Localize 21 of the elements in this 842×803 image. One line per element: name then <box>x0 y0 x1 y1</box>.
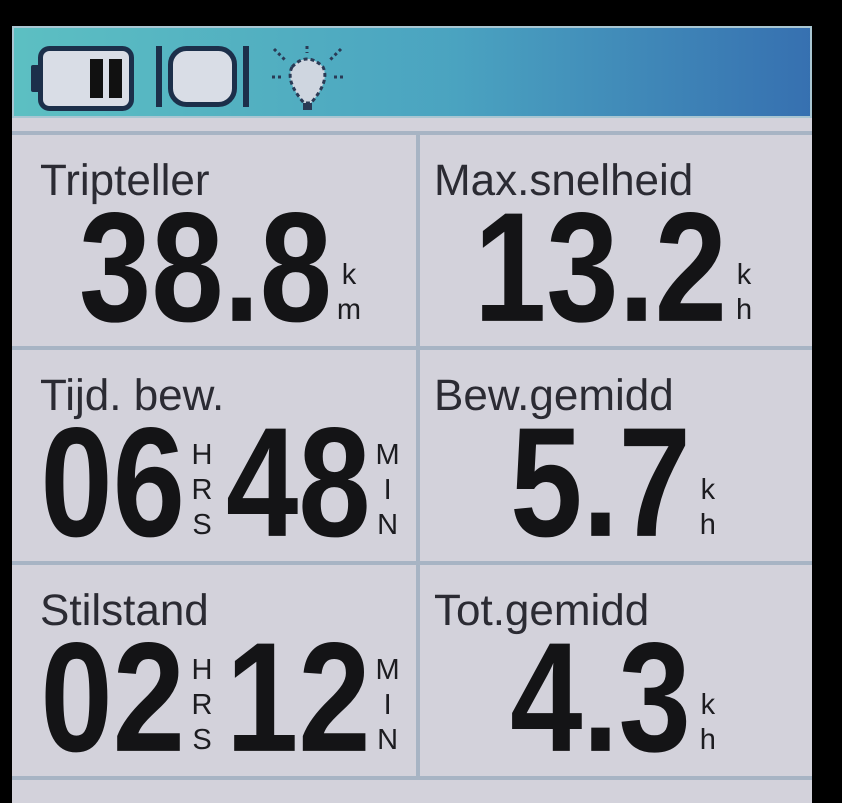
field-label: Stilstand <box>40 589 209 633</box>
unit-label: HRS <box>190 653 214 758</box>
field-value: 48 <box>226 416 371 548</box>
unit-label: kh <box>698 472 717 542</box>
field-label: Max.snelheid <box>434 159 694 203</box>
field-label: Tijd. bew. <box>40 374 224 418</box>
unit-label: kh <box>734 258 754 328</box>
rounded-frame-icon <box>155 45 250 108</box>
field-label: Tot.gemidd <box>434 589 650 633</box>
unit-label: MIN <box>374 653 401 758</box>
unit-label: MIN <box>374 438 401 542</box>
unit-label: kh <box>698 688 717 758</box>
field-value: 13.2 <box>474 200 728 334</box>
lightbulb-icon <box>270 45 345 112</box>
field-label: Tripteller <box>40 159 210 203</box>
unit-label: HRS <box>190 438 214 542</box>
unit-label: km <box>336 258 362 328</box>
field-label: Bew.gemidd <box>434 374 674 418</box>
battery-icon <box>30 45 135 112</box>
field-value: 02 <box>40 630 185 764</box>
field-value: 12 <box>226 630 371 764</box>
